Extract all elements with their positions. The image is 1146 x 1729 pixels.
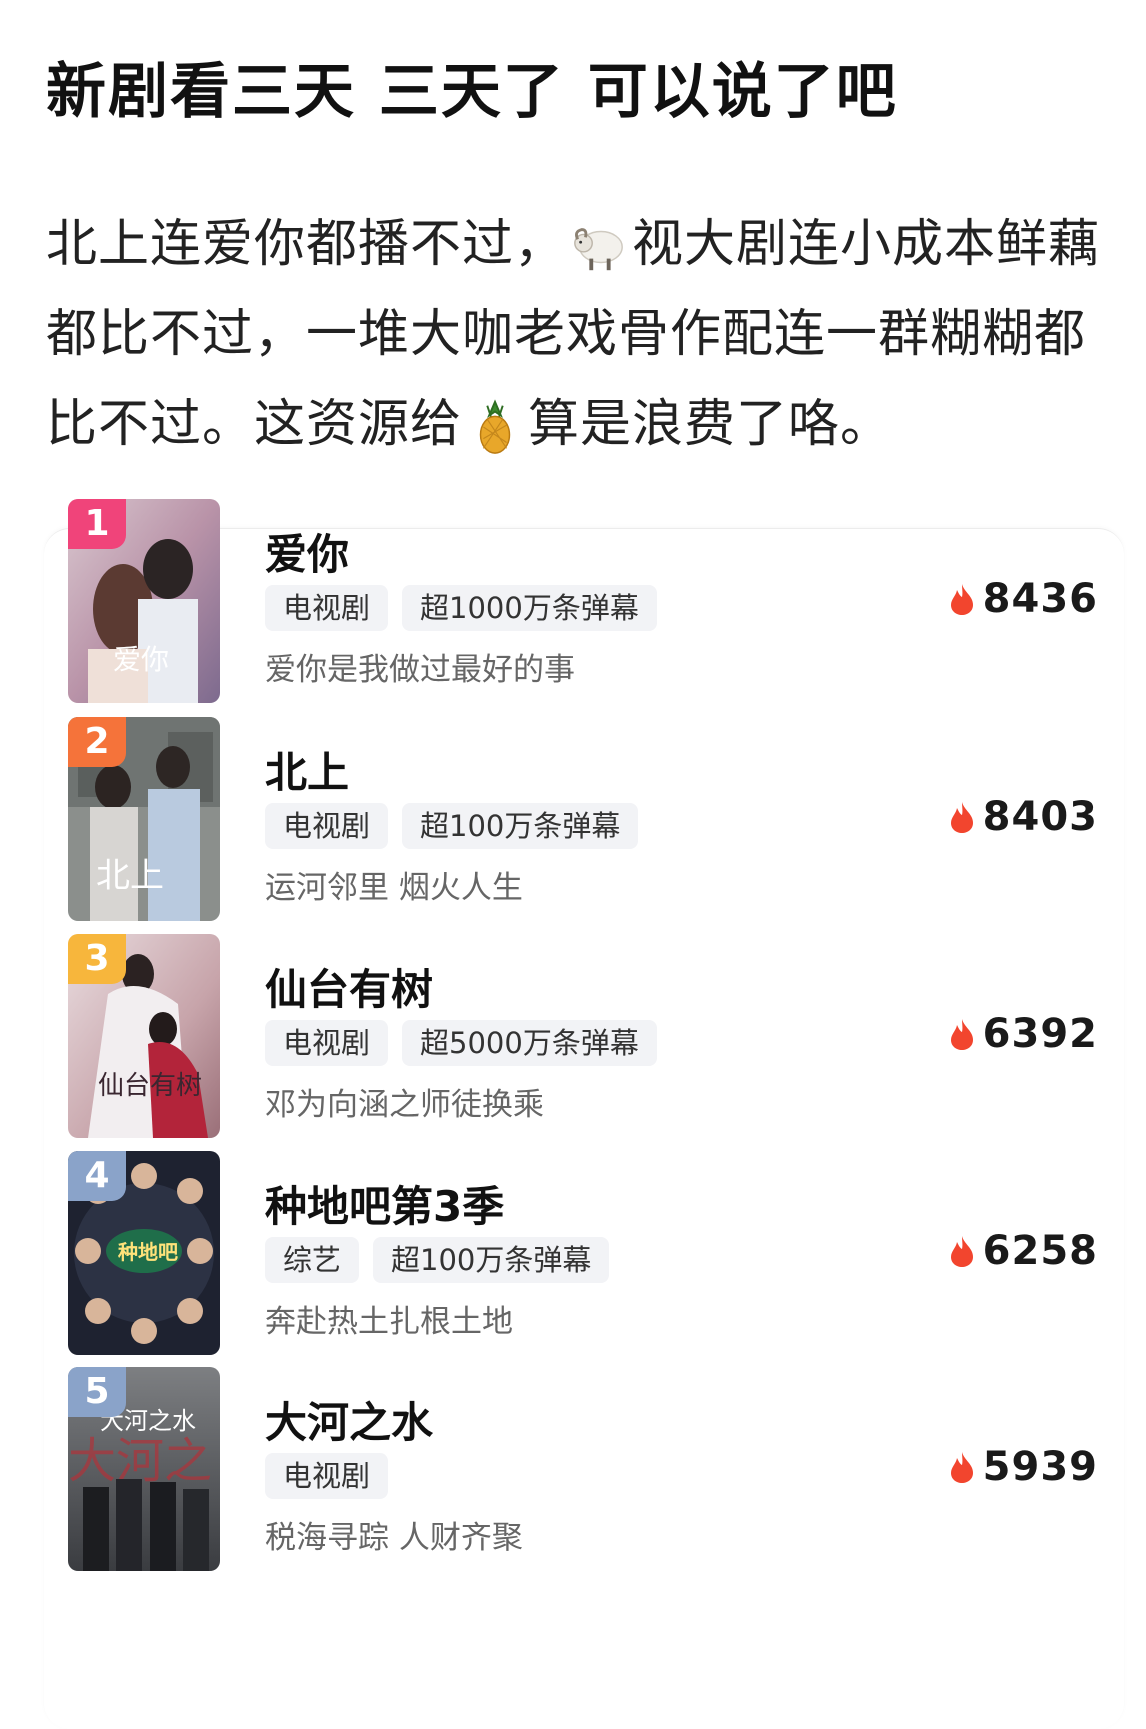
- poster-image[interactable]: 种地吧 4: [68, 1151, 220, 1355]
- tag-list: 电视剧 超1000万条弹幕: [265, 585, 657, 631]
- post-body: 北上连爱你都播不过， 视大剧连小成本鲜藕都比不过，一堆大咖老戏骨作配连一群糊糊都…: [46, 200, 1116, 470]
- poster-title: 仙台有树: [98, 1071, 202, 1101]
- ranking-row[interactable]: 爱你 1 爱你 电视剧 超1000万条弹幕 爱你是我做过最好的事 8436: [68, 499, 1098, 703]
- poster-title: 北上: [96, 856, 164, 896]
- ranking-row[interactable]: 种地吧 4 种地吧第3季 综艺 超100万条弹幕 奔赴热土扎根土地 6258: [68, 1151, 1098, 1355]
- show-description: 运河邻里 烟火人生: [265, 870, 523, 906]
- poster-image[interactable]: 北上 2: [68, 717, 220, 921]
- tag-list: 综艺 超100万条弹幕: [265, 1237, 610, 1283]
- show-description: 爱你是我做过最好的事: [265, 652, 575, 688]
- rank-badge: 3: [68, 934, 126, 984]
- heat-value: 8436: [982, 576, 1098, 622]
- pineapple-emoji-icon: [479, 399, 511, 454]
- heat-score: 8436: [947, 576, 1098, 622]
- tag-list: 电视剧 超5000万条弹幕: [265, 1020, 657, 1066]
- show-title[interactable]: 仙台有树: [265, 956, 433, 1017]
- category-tag[interactable]: 电视剧: [265, 1453, 389, 1499]
- heat-score: 5939: [947, 1444, 1098, 1490]
- post-title: 新剧看三天 三天了 可以说了吧: [46, 57, 898, 127]
- post-page: 新剧看三天 三天了 可以说了吧 北上连爱你都播不过， 视大剧连小成本鲜藕都比不过…: [0, 0, 1146, 1729]
- ranking-row[interactable]: 仙台有树 3 仙台有树 电视剧 超5000万条弹幕 邓为向涵之师徒换乘 6392: [68, 934, 1098, 1138]
- show-description: 奔赴热土扎根土地: [265, 1304, 513, 1340]
- heat-value: 6258: [982, 1228, 1098, 1274]
- ranking-card: 爱你 1 爱你 电视剧 超1000万条弹幕 爱你是我做过最好的事 8436 北上…: [44, 499, 1124, 1729]
- danmaku-tag[interactable]: 超1000万条弹幕: [402, 585, 657, 631]
- show-title[interactable]: 北上: [265, 739, 349, 800]
- show-description: 税海寻踪 人财齐聚: [265, 1520, 523, 1556]
- danmaku-tag[interactable]: 超5000万条弹幕: [402, 1020, 657, 1066]
- heat-value: 6392: [982, 1011, 1098, 1057]
- danmaku-tag[interactable]: 超100万条弹幕: [402, 803, 639, 849]
- post-body-text-1: 北上连爱你都播不过，: [46, 215, 567, 274]
- category-tag[interactable]: 综艺: [265, 1237, 360, 1283]
- poster-title: 种地吧: [117, 1240, 178, 1264]
- poster-image[interactable]: 爱你 1: [68, 499, 220, 703]
- heat-score: 8403: [947, 794, 1098, 840]
- tag-list: 电视剧: [265, 1453, 389, 1499]
- poster-title: 爱你: [113, 643, 169, 676]
- ranking-row[interactable]: 北上 2 北上 电视剧 超100万条弹幕 运河邻里 烟火人生 8403: [68, 717, 1098, 921]
- danmaku-tag[interactable]: 超100万条弹幕: [373, 1237, 610, 1283]
- rank-badge: 1: [68, 499, 126, 549]
- rank-badge: 2: [68, 717, 126, 767]
- show-title[interactable]: 大河之水: [265, 1389, 433, 1450]
- heat-value: 8403: [982, 794, 1098, 840]
- heat-score: 6258: [947, 1228, 1098, 1274]
- flame-icon: [950, 1236, 973, 1267]
- post-body-text-3: 算是浪费了咯。: [528, 395, 893, 454]
- show-title[interactable]: 爱你: [265, 521, 349, 582]
- flame-icon: [950, 584, 973, 615]
- heat-value: 5939: [982, 1444, 1098, 1490]
- flame-icon: [950, 802, 973, 833]
- tag-list: 电视剧 超100万条弹幕: [265, 803, 639, 849]
- poster-image[interactable]: 仙台有树 3: [68, 934, 220, 1138]
- sheep-emoji-icon: [574, 228, 623, 271]
- flame-icon: [950, 1452, 973, 1483]
- category-tag[interactable]: 电视剧: [265, 803, 389, 849]
- rank-badge: 4: [68, 1151, 126, 1201]
- heat-score: 6392: [947, 1011, 1098, 1057]
- category-tag[interactable]: 电视剧: [265, 585, 389, 631]
- rank-badge: 5: [68, 1367, 126, 1417]
- show-title[interactable]: 种地吧第3季: [265, 1173, 504, 1234]
- ranking-row[interactable]: 大河之 大河之水 5 大河之水 电视剧 税海寻踪 人财齐聚 5939: [68, 1367, 1098, 1571]
- poster-image[interactable]: 大河之 大河之水 5: [68, 1367, 220, 1571]
- show-description: 邓为向涵之师徒换乘: [265, 1087, 544, 1123]
- flame-icon: [950, 1019, 973, 1050]
- category-tag[interactable]: 电视剧: [265, 1020, 389, 1066]
